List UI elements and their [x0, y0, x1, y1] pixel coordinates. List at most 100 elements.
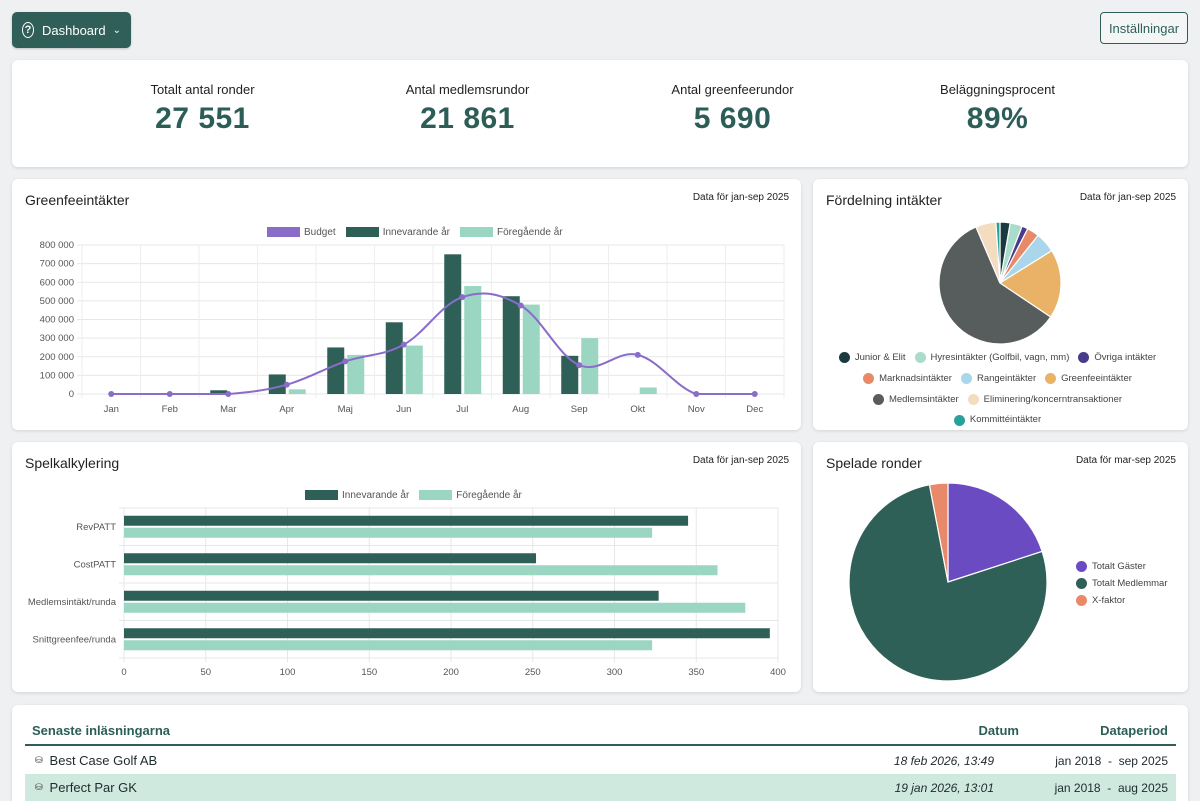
x-tick-label: 200	[443, 667, 459, 678]
y-tick-label: 500 000	[40, 296, 74, 307]
y-tick-label: RevPATT	[76, 522, 116, 533]
legend-item[interactable]: Junior & Elit	[838, 349, 906, 367]
column-header-name[interactable]: Senaste inläsningarna	[32, 723, 170, 738]
kpi-value: 5 690	[693, 102, 772, 135]
budget-point	[283, 381, 290, 388]
legend-item[interactable]: Totalt Medlemmar	[1076, 575, 1168, 592]
legend-item[interactable]: Eliminering/koncerntransaktioner	[967, 391, 1123, 409]
recent-imports-table: Senaste inläsningarna Datum Dataperiod ⛁…	[12, 705, 1188, 801]
revenue-pie-legend: Junior & Elit Hyresintäkter (Golfbil, vag…	[827, 349, 1177, 432]
legend-item[interactable]: Greenfeeintäkter	[1045, 370, 1132, 388]
greenfee-card: Greenfeeintäkter Data för jan-sep 2025 B…	[12, 179, 801, 430]
legend-label: Eliminering/koncerntransaktioner	[983, 393, 1123, 405]
legend-label: Övriga intäkter	[1094, 352, 1157, 363]
kpi-label: Totalt antal ronder	[150, 82, 255, 97]
bar-current-jun	[385, 322, 403, 394]
legend-swatch	[1076, 595, 1087, 606]
legend-label: Hyresintäkter (Golfbil, vagn, mm)	[930, 352, 1070, 363]
x-tick-label: Mar	[220, 404, 236, 415]
x-tick-label: Okt	[630, 404, 645, 415]
y-tick-label: Medlemsintäkt/runda	[28, 597, 117, 608]
revenue-distribution-card: Fördelning intäkter Data för jan-sep 202…	[813, 179, 1188, 430]
y-tick-label: 0	[69, 389, 74, 400]
bar-previous-okt	[639, 387, 657, 394]
column-header-date[interactable]: Datum	[979, 723, 1019, 738]
kpi-greenfee-rounds: Antal greenfeerundor 5 690	[600, 82, 865, 136]
legend-swatch	[960, 373, 972, 384]
table-row[interactable]: ⛁ Perfect Par GK 19 jan 2026, 13:01 jan 2…	[25, 774, 1176, 801]
budget-point	[166, 391, 173, 397]
legend-label: Junior & Elit	[854, 352, 906, 363]
bar-current-jul	[444, 254, 462, 394]
legend-item[interactable]: Kommittéintäkter	[953, 411, 1041, 429]
legend-item[interactable]: X-faktor	[1076, 592, 1168, 609]
kpi-label: Beläggningsprocent	[940, 82, 1055, 97]
bar-current-aug	[502, 296, 520, 394]
legend-item[interactable]: Hyresintäkter (Golfbil, vagn, mm)	[914, 349, 1070, 367]
row-date: 19 jan 2026, 13:01	[894, 780, 994, 795]
y-tick-label: 100 000	[40, 370, 74, 381]
legend-item[interactable]: Marknadsintäkter	[863, 370, 952, 388]
column-header-period[interactable]: Dataperiod	[1100, 723, 1168, 738]
x-tick-label: Sep	[571, 404, 588, 415]
legend-label: Medlemsintäkter	[888, 393, 959, 405]
y-tick-label: 400 000	[40, 315, 74, 326]
legend-item[interactable]: Medlemsintäkter	[872, 391, 959, 409]
y-tick-label: 200 000	[40, 352, 74, 363]
kpi-value: 27 551	[155, 102, 250, 135]
y-tick-label: 700 000	[40, 259, 74, 270]
table-row[interactable]: ⛁ Best Case Golf AB 18 feb 2026, 13:49 ja…	[25, 747, 1176, 774]
dashboard-dropdown-button[interactable]: ? Dashboard ⌄	[12, 12, 131, 48]
bar-previous-jun	[405, 345, 423, 394]
game-calc-chart: 0 50 100 150 200 250 300 350 400 RevPATT CostPATT M…	[28, 507, 786, 678]
legend-label: X-faktor	[1092, 595, 1126, 606]
legend-swatch	[863, 373, 875, 384]
bar-previous-revpatt	[124, 527, 653, 538]
row-period: jan 2018 - sep 2025	[1055, 753, 1168, 768]
legend-label: Greenfeeintäkter	[1061, 372, 1132, 384]
bar-previous-costpatt	[124, 565, 718, 576]
legend-item[interactable]: Totalt Gäster	[1076, 558, 1168, 575]
legend-item[interactable]: Rangeintäkter	[960, 370, 1036, 388]
kpi-value: 89%	[966, 102, 1029, 135]
bar-current-revpatt	[124, 515, 689, 526]
x-tick-label: 100	[280, 667, 296, 678]
bar-previous-medlemsint-kt-runda	[124, 602, 746, 613]
legend-swatch	[1078, 352, 1090, 364]
budget-point	[634, 351, 641, 358]
x-tick-label: Jul	[456, 404, 468, 415]
budget-point	[576, 362, 583, 369]
settings-button[interactable]: Inställningar	[1100, 12, 1188, 44]
dashboard-label: Dashboard	[42, 22, 106, 38]
legend-swatch	[914, 352, 926, 364]
legend-item[interactable]: Övriga intäkter	[1078, 349, 1156, 367]
kpi-label: Antal medlemsrundor	[405, 82, 530, 97]
x-tick-label: 50	[200, 667, 211, 678]
bar-previous-snittgreenfee-runda	[124, 640, 653, 651]
kpi-card: Totalt antal ronder 27 551 Antal medlems…	[12, 60, 1188, 167]
database-icon: ⛁	[35, 755, 43, 765]
row-date: 18 feb 2026, 13:49	[893, 753, 994, 768]
bar-current-maj	[327, 347, 345, 394]
legend-swatch	[872, 393, 884, 405]
x-tick-label: 400	[770, 667, 786, 678]
legend-swatch	[1045, 373, 1057, 384]
game-calculation-card: Spelkalkylering Data för jan-sep 2025 In…	[12, 442, 801, 692]
x-tick-label: Jun	[396, 404, 411, 415]
budget-point	[225, 391, 232, 397]
y-tick-label: CostPATT	[74, 559, 117, 570]
x-tick-label: Apr	[279, 404, 294, 415]
x-tick-label: 250	[525, 667, 541, 678]
revenue-pie-chart	[938, 221, 1062, 345]
budget-point	[459, 294, 466, 301]
legend-swatch	[967, 393, 979, 405]
y-tick-label: Snittgreenfee/runda	[33, 634, 117, 645]
bar-current-snittgreenfee-runda	[124, 628, 770, 639]
budget-point	[400, 341, 407, 348]
row-name: Perfect Par GK	[49, 780, 137, 795]
legend-swatch	[1076, 561, 1087, 572]
header-divider	[25, 744, 1176, 746]
greenfee-chart: 0 100 000 200 000 300 000 400 000 500 000 600 …	[40, 240, 785, 415]
x-tick-label: Nov	[688, 404, 705, 415]
kpi-value: 21 861	[420, 102, 515, 135]
